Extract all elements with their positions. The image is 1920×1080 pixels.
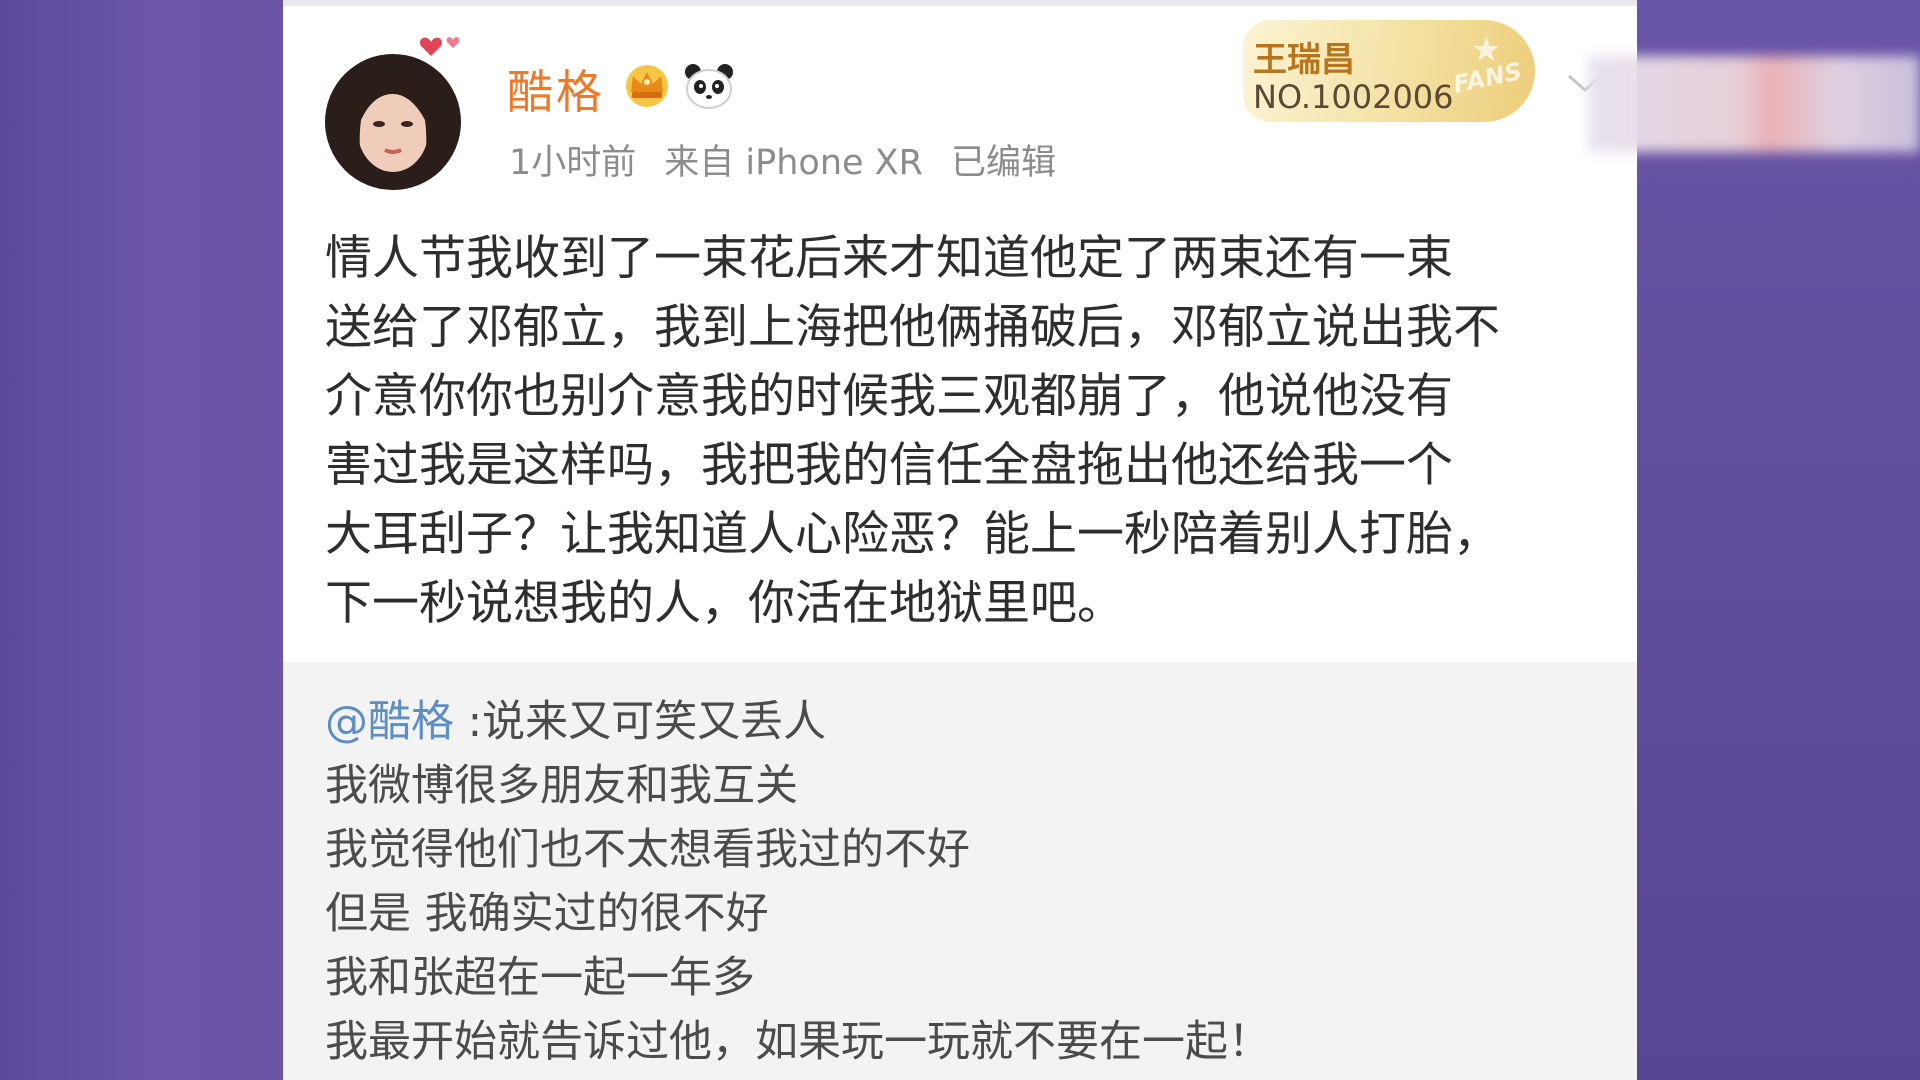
panda-icon [685,64,733,109]
repost-line: 我最开始就告诉过他，如果玩一玩就不要在一起！ [325,1017,1271,1067]
post-time: 1小时前 [509,143,637,183]
repost-line: 我和张超在一起一年多 [325,953,755,1003]
post-edited-label[interactable]: 已编辑 [951,143,1056,183]
blurred-overlay [1588,56,1920,152]
post-body-line: 下一秒说想我的人，你活在地狱里吧。 [325,576,1124,631]
repost-first-line-text: :说来又可笑又丢人 [454,697,827,747]
repost-first-line: @酷格 :说来又可笑又丢人 [325,690,1271,754]
author-avatar[interactable] [325,37,461,190]
avatar-portrait-icon [345,68,441,190]
repost-mention-link[interactable]: @酷格 [325,697,454,747]
card-top-divider [283,0,1637,6]
fans-badge[interactable]: ★ FANS 王瑞昌 NO.1002006 [1243,12,1543,124]
post-body-line: 介意你你也别介意我的时候我三观都崩了，他说他没有 [325,369,1453,424]
post-body-line: 送给了邓郁立，我到上海把他俩捅破后，邓郁立说出我不 [325,300,1500,355]
post-body-line: 大耳刮子？让我知道人心险恶？能上一秒陪着别人打胎， [325,507,1500,562]
fans-badge-name: 王瑞昌 [1253,40,1355,80]
background-right-panel [1637,0,1920,1080]
weibo-post-card: 酷格 1小时前 来自 iPhone XR 已编辑 ★ FANS 王瑞昌 NO.100… [283,0,1637,1080]
repost-line: 我微博很多朋友和我互关 [325,761,798,811]
repost-line: 我觉得他们也不太想看我过的不好 [325,825,970,875]
avatar-image [325,54,461,190]
post-source[interactable]: 来自 iPhone XR [664,143,923,183]
fans-badge-number: NO.1002006 [1253,78,1454,116]
post-meta: 1小时前 来自 iPhone XR 已编辑 [509,134,1084,185]
heart-deco-icon [420,37,460,56]
repost-line: 但是 我确实过的很不好 [325,889,769,939]
post-body-text: 情人节我收到了一束花后来才知道他定了两束还有一束 送给了邓郁立，我到上海把他俩捅… [325,224,1605,638]
repost-text: @酷格 :说来又可笑又丢人 我微博很多朋友和我互关 我觉得他们也不太想看我过的不… [325,690,1271,1074]
post-body-line: 情人节我收到了一束花后来才知道他定了两束还有一束 [325,231,1453,286]
post-body-line: 害过我是这样吗，我把我的信任全盘拖出他还给我一个 [325,438,1453,493]
crown-icon [626,65,668,107]
author-username[interactable]: 酷格 [507,56,605,122]
